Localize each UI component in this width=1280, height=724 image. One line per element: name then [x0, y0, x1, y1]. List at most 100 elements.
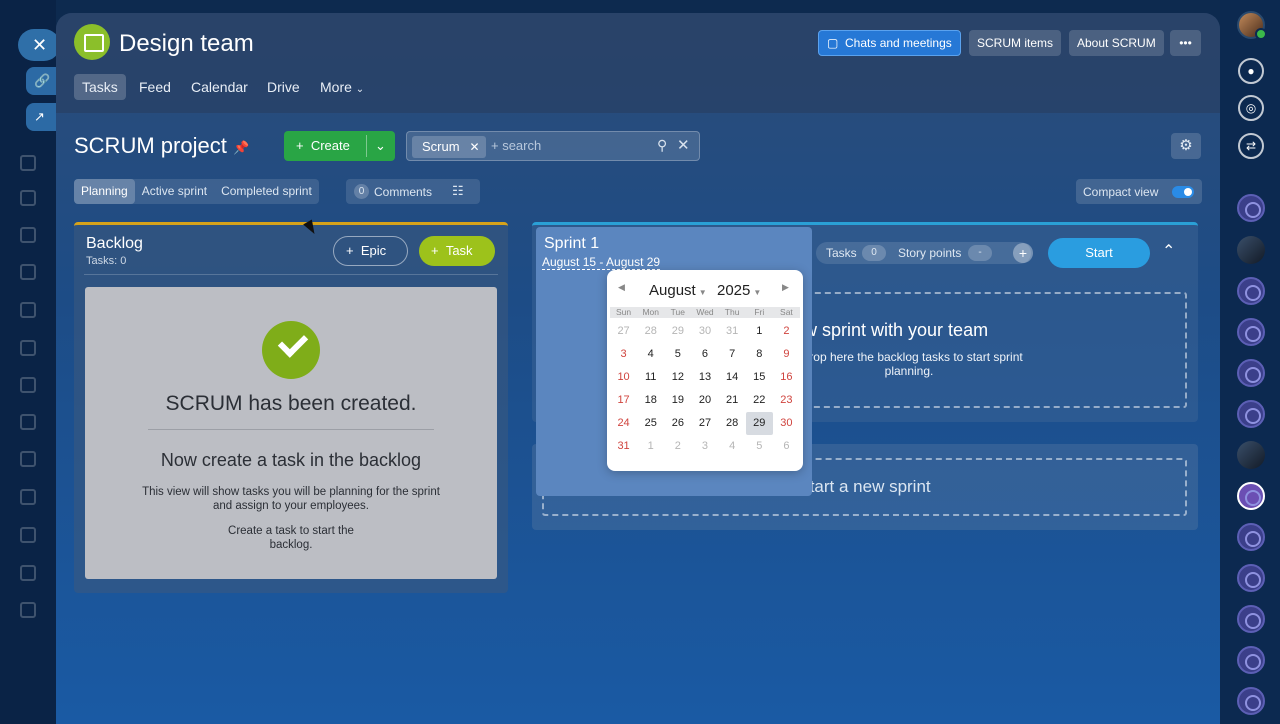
scrum-items-button[interactable]: SCRUM items: [969, 30, 1062, 56]
chevron-up-icon[interactable]: ⌃: [1162, 241, 1175, 261]
calendar-day[interactable]: 14: [719, 366, 746, 389]
start-sprint-button[interactable]: Start: [1048, 238, 1150, 268]
close-icon[interactable]: ✕: [470, 136, 480, 158]
calendar-day[interactable]: 2: [664, 435, 691, 458]
tab-calendar[interactable]: Calendar: [183, 74, 256, 100]
user-avatar[interactable]: [1237, 11, 1267, 40]
calendar-day[interactable]: 4: [637, 343, 664, 366]
calendar-day[interactable]: 28: [637, 320, 664, 343]
sprint-name[interactable]: Sprint 1: [544, 235, 599, 253]
chat-avatar[interactable]: [1237, 400, 1265, 428]
calendar-day[interactable]: 9: [773, 343, 800, 366]
comments-button[interactable]: 0 Comments ☷: [346, 179, 480, 204]
calendar-day[interactable]: 6: [691, 343, 718, 366]
tab-more[interactable]: More ⌄: [312, 74, 372, 100]
sidebar-icon[interactable]: [20, 302, 36, 318]
more-menu-button[interactable]: •••: [1170, 30, 1201, 56]
calendar-day[interactable]: 27: [610, 320, 637, 343]
calendar-day[interactable]: 7: [719, 343, 746, 366]
calendar-day[interactable]: 8: [746, 343, 773, 366]
chat-avatar[interactable]: [1237, 359, 1265, 387]
next-month-icon[interactable]: ▶: [782, 282, 789, 293]
tab-tasks[interactable]: Tasks: [74, 74, 126, 100]
sidebar-icon[interactable]: [20, 414, 36, 430]
calendar-day[interactable]: 1: [637, 435, 664, 458]
calendar-day[interactable]: 18: [637, 389, 664, 412]
calendar-day[interactable]: 16: [773, 366, 800, 389]
sidebar-icon[interactable]: [20, 489, 36, 505]
sidebar-icon[interactable]: [20, 190, 36, 206]
calendar-day[interactable]: 25: [637, 412, 664, 435]
calendar-day[interactable]: 5: [746, 435, 773, 458]
chat-avatar[interactable]: [1237, 687, 1265, 715]
calendar-day[interactable]: 26: [664, 412, 691, 435]
copilot-icon[interactable]: ◎: [1238, 95, 1264, 121]
add-epic-button[interactable]: + Epic: [333, 236, 408, 266]
calendar-day[interactable]: 30: [691, 320, 718, 343]
copy-link-button[interactable]: 🔗: [26, 67, 58, 95]
chats-meetings-button[interactable]: ▢ Chats and meetings: [818, 30, 961, 56]
calendar-day[interactable]: 30: [773, 412, 800, 435]
open-new-window-button[interactable]: ↗: [26, 103, 58, 131]
chat-avatar[interactable]: [1237, 646, 1265, 674]
tab-completed-sprint[interactable]: Completed sprint: [214, 179, 319, 204]
calendar-day[interactable]: 11: [637, 366, 664, 389]
tab-planning[interactable]: Planning: [74, 179, 135, 204]
chat-avatar[interactable]: [1237, 564, 1265, 592]
sidebar-icon[interactable]: [20, 340, 36, 356]
pin-icon[interactable]: 📌: [233, 140, 249, 156]
chat-avatar[interactable]: [1237, 523, 1265, 551]
calendar-day[interactable]: 5: [664, 343, 691, 366]
about-scrum-button[interactable]: About SCRUM: [1069, 30, 1164, 56]
add-task-button[interactable]: + Task: [419, 236, 495, 266]
chat-avatar[interactable]: [1237, 194, 1265, 222]
chevron-down-icon[interactable]: ⌄: [375, 131, 386, 161]
sidebar-icon[interactable]: [20, 527, 36, 543]
sidebar-icon[interactable]: [20, 451, 36, 467]
compact-view-toggle[interactable]: Compact view: [1076, 179, 1202, 204]
search-icon[interactable]: ⚲: [657, 137, 667, 154]
settings-button[interactable]: ⚙: [1171, 133, 1201, 159]
calendar-day[interactable]: 1: [746, 320, 773, 343]
chat-avatar-active[interactable]: [1237, 482, 1265, 510]
calendar-day[interactable]: 29: [664, 320, 691, 343]
calendar-day[interactable]: 4: [719, 435, 746, 458]
search-input[interactable]: + search: [491, 138, 541, 153]
calendar-day[interactable]: 13: [691, 366, 718, 389]
sidebar-icon[interactable]: [20, 602, 36, 618]
calendar-day[interactable]: 19: [664, 389, 691, 412]
calendar-day[interactable]: 2: [773, 320, 800, 343]
calendar-day[interactable]: 12: [664, 366, 691, 389]
calendar-day[interactable]: 21: [719, 389, 746, 412]
calendar-day[interactable]: 31: [610, 435, 637, 458]
calendar-day[interactable]: 3: [610, 343, 637, 366]
filter-chip[interactable]: Scrum ✕: [412, 136, 486, 158]
calendar-day[interactable]: 6: [773, 435, 800, 458]
calendar-day[interactable]: 23: [773, 389, 800, 412]
tab-feed[interactable]: Feed: [131, 74, 179, 100]
clear-icon[interactable]: ✕: [677, 136, 690, 154]
add-task-to-sprint-button[interactable]: +: [1013, 243, 1033, 263]
prev-month-icon[interactable]: ◀: [618, 282, 625, 293]
toggle-switch[interactable]: [1172, 186, 1194, 198]
calendar-day[interactable]: 10: [610, 366, 637, 389]
year-select[interactable]: 2025 ▼: [717, 282, 761, 299]
chat-avatar[interactable]: [1237, 318, 1265, 346]
bell-icon[interactable]: ●: [1238, 58, 1264, 84]
calendar-day[interactable]: 20: [691, 389, 718, 412]
sidebar-icon[interactable]: [20, 377, 36, 393]
chat-icon[interactable]: ⇄: [1238, 133, 1264, 159]
tab-active-sprint[interactable]: Active sprint: [135, 179, 214, 204]
sprint-dates[interactable]: August 15 - August 29: [542, 255, 661, 270]
calendar-day[interactable]: 27: [691, 412, 718, 435]
tab-drive[interactable]: Drive: [259, 74, 308, 100]
calendar-day[interactable]: 3: [691, 435, 718, 458]
sidebar-icon[interactable]: [20, 565, 36, 581]
sidebar-icon[interactable]: [20, 264, 36, 280]
calendar-day[interactable]: 31: [719, 320, 746, 343]
calendar-day[interactable]: 22: [746, 389, 773, 412]
calendar-day[interactable]: 28: [719, 412, 746, 435]
sidebar-icon[interactable]: [20, 227, 36, 243]
chat-avatar[interactable]: [1237, 441, 1265, 469]
calendar-day[interactable]: 15: [746, 366, 773, 389]
